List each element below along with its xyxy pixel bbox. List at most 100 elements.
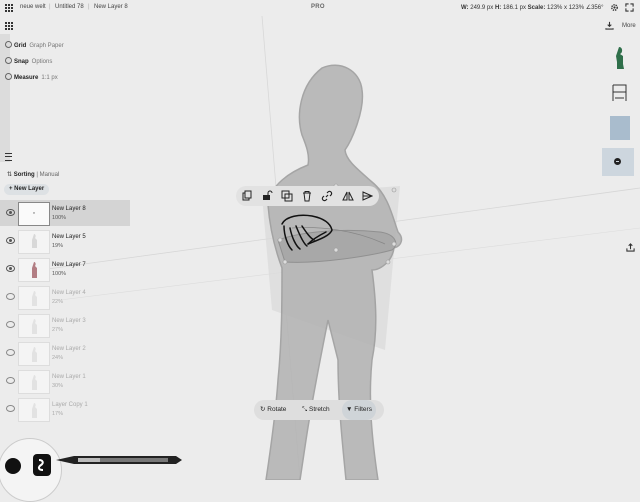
width-value: 249.9 px — [470, 5, 494, 11]
layer-row[interactable]: * New Layer 8 100% — [0, 200, 130, 226]
layer-thumbnail — [18, 230, 50, 254]
layer-row[interactable]: New Layer 2 24% — [0, 340, 130, 366]
layer-row[interactable]: New Layer 4 22% — [0, 284, 130, 310]
visibility-eye-icon[interactable] — [6, 293, 15, 300]
sort-icon: ⇅ — [7, 172, 13, 178]
layer-thumbnail — [18, 398, 50, 422]
layers-menu-icon[interactable] — [5, 153, 12, 161]
breadcrumb-canvas[interactable]: Untitled 78 — [55, 4, 84, 10]
width-label: W: — [461, 5, 469, 11]
layer-opacity: 17% — [52, 411, 64, 417]
selection-toolbar — [236, 186, 379, 206]
rotate-button[interactable]: ↻ Rotate — [260, 400, 286, 420]
gear-icon[interactable] — [610, 3, 619, 12]
visibility-eye-icon[interactable] — [6, 405, 15, 412]
layer-opacity: 30% — [52, 383, 64, 389]
brush-size-slider[interactable] — [56, 455, 186, 465]
layer-opacity: 27% — [52, 327, 64, 333]
layer-name: New Layer 2 — [52, 346, 86, 352]
layer-row[interactable]: New Layer 1 30% — [0, 368, 130, 394]
flip-horizontal-icon[interactable] — [342, 190, 354, 202]
layer-thumbnail — [18, 286, 50, 310]
snap-option[interactable]: Snap Options — [5, 57, 52, 65]
visibility-eye-icon[interactable] — [6, 237, 15, 244]
grid-option[interactable]: Grid Graph Paper — [5, 41, 64, 49]
layer-row[interactable]: New Layer 3 27% — [0, 312, 130, 338]
flip-vertical-icon[interactable] — [361, 190, 373, 202]
grid-menu-icon[interactable] — [5, 4, 13, 12]
visibility-eye-icon[interactable] — [6, 321, 15, 328]
more-button[interactable]: More — [622, 23, 636, 29]
layer-row[interactable]: New Layer 5 19% — [0, 228, 130, 254]
layer-opacity: 100% — [52, 271, 67, 277]
measure-value[interactable]: 1:1 px — [41, 75, 57, 81]
layer-name: New Layer 7 — [52, 262, 86, 268]
trash-icon[interactable] — [301, 190, 313, 202]
height-value: 186.1 px — [502, 5, 526, 11]
sorting-value[interactable]: Manual — [40, 172, 60, 178]
tools-grid-icon[interactable] — [5, 22, 13, 30]
duplicate-icon[interactable] — [281, 190, 293, 202]
layer-sorting[interactable]: ⇅ Sorting | Manual — [7, 171, 59, 178]
layer-row[interactable]: Layer Copy 1 17% — [0, 396, 130, 422]
layer-name: New Layer 1 — [52, 374, 86, 380]
left-tool-strip — [0, 34, 10, 162]
transform-bar: ↻ Rotate ⤡ Stretch ▼ Filters — [254, 400, 384, 420]
scale-value: 123% x 123% ∠356° — [547, 5, 604, 11]
layer-name: New Layer 5 — [52, 234, 86, 240]
snap-label: Snap — [14, 59, 29, 65]
layer-opacity: 24% — [52, 355, 64, 361]
stretch-button[interactable]: ⤡ Stretch — [302, 400, 330, 420]
snap-value[interactable]: Options — [32, 59, 53, 65]
layer-name: New Layer 8 — [52, 206, 86, 212]
top-bar: neue welt | Untitled 78 | New Layer 8 PR… — [0, 0, 640, 16]
svg-text:*: * — [33, 212, 35, 218]
fullscreen-icon[interactable] — [625, 3, 634, 12]
new-layer-button[interactable]: + New Layer — [4, 184, 50, 195]
add-icon — [614, 158, 621, 165]
visibility-eye-icon[interactable] — [6, 209, 15, 216]
reference-thumbnail-blue[interactable] — [609, 115, 631, 141]
download-icon[interactable] — [605, 21, 614, 30]
layer-thumbnail: * — [18, 202, 50, 226]
layer-thumbnail — [18, 370, 50, 394]
unlock-icon[interactable] — [261, 190, 273, 202]
reference-thumbnail-figure[interactable] — [609, 44, 631, 70]
layer-name: New Layer 3 — [52, 318, 86, 324]
visibility-eye-icon[interactable] — [6, 377, 15, 384]
layer-thumbnail — [18, 258, 50, 282]
scale-label: Scale: — [527, 5, 546, 11]
snap-toggle-icon[interactable] — [5, 57, 12, 64]
grid-value[interactable]: Graph Paper — [29, 43, 63, 49]
stretch-icon: ⤡ — [302, 406, 308, 413]
breadcrumb-separator: | — [49, 4, 51, 10]
filters-label: Filters — [354, 406, 372, 413]
reference-thumbnail-chair[interactable] — [609, 80, 631, 106]
brush-controls — [5, 454, 51, 476]
stretch-label: Stretch — [309, 406, 330, 413]
filters-button[interactable]: ▼ Filters — [342, 400, 376, 420]
measure-option[interactable]: Measure 1:1 px — [5, 73, 58, 81]
layer-opacity: 100% — [52, 215, 67, 221]
breadcrumb-project[interactable]: neue welt — [20, 4, 46, 10]
layer-row[interactable]: New Layer 7 100% — [0, 256, 130, 282]
pro-badge: PRO — [311, 4, 325, 10]
layer-name: Layer Copy 1 — [52, 402, 88, 408]
grid-toggle-icon[interactable] — [5, 41, 12, 48]
sorting-separator: | — [36, 172, 38, 178]
add-reference-button[interactable] — [602, 148, 634, 176]
layer-name: New Layer 4 — [52, 290, 86, 296]
sorting-label: Sorting — [13, 172, 35, 178]
link-icon[interactable] — [321, 190, 333, 202]
filter-icon: ▼ — [346, 406, 353, 413]
color-swatch-icon[interactable] — [5, 458, 21, 474]
height-label: H: — [494, 5, 502, 11]
share-icon[interactable] — [626, 243, 635, 252]
copy-icon[interactable] — [241, 190, 253, 202]
visibility-eye-icon[interactable] — [6, 349, 15, 356]
breadcrumb-layer[interactable]: New Layer 8 — [94, 4, 128, 10]
visibility-eye-icon[interactable] — [6, 265, 15, 272]
transform-metrics: W: 249.9 px H: 186.1 px Scale: 123% x 12… — [461, 4, 604, 11]
measure-toggle-icon[interactable] — [5, 73, 12, 80]
rotate-label: Rotate — [267, 406, 287, 413]
